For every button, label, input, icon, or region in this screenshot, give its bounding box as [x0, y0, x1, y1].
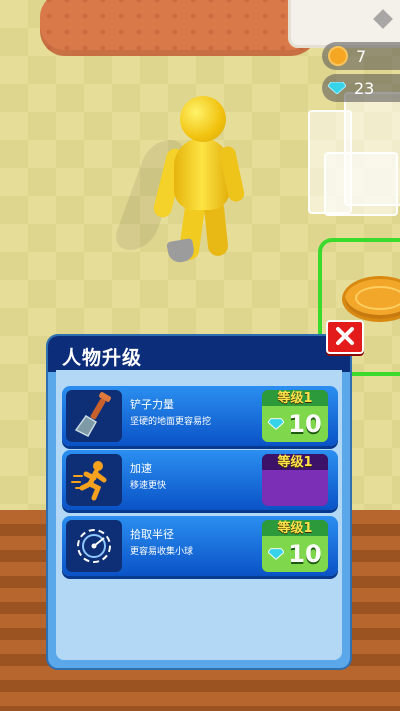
- upgrade-description: 坚硬的地面更容易挖: [130, 417, 212, 427]
- upgrade-price: 10: [288, 410, 322, 438]
- upgrade-price-button[interactable]: 等级1: [262, 454, 328, 506]
- glass-block: [304, 92, 400, 232]
- gem-count: 23: [354, 78, 375, 98]
- upgrade-icon-tile: [66, 390, 122, 442]
- upgrade-description: 移速更快: [130, 481, 167, 491]
- gem-icon: [268, 548, 285, 560]
- upgrade-description: 更容易收集小球: [130, 547, 194, 557]
- panel-header: 人物升级: [48, 336, 350, 372]
- coin-counter: 7: [322, 42, 400, 70]
- gem-counter: 23: [322, 74, 400, 102]
- coin-count: 7: [356, 46, 367, 66]
- upgrade-price: 10: [288, 540, 322, 568]
- upgrade-row-shovel-power[interactable]: 铲子力量 坚硬的地面更容易挖 等级1 10: [62, 386, 338, 446]
- upgrade-name: 加速: [130, 462, 152, 475]
- upgrade-name: 拾取半径: [130, 528, 174, 541]
- gem-icon: [328, 82, 346, 94]
- dirt-patch: [40, 0, 320, 56]
- upgrade-icon-tile: [66, 454, 122, 506]
- coin-icon: [328, 46, 348, 66]
- close-icon: [336, 327, 354, 345]
- upgrade-row-pickup-radius[interactable]: 拾取半径 更容易收集小球 等级1 10: [62, 516, 338, 576]
- panel-title: 人物升级: [62, 347, 143, 369]
- upgrade-name: 铲子力量: [130, 398, 174, 411]
- upgrade-price-button[interactable]: 等级1 10: [262, 390, 328, 442]
- character-head: [180, 96, 226, 142]
- upgrade-price-button[interactable]: 等级1 10: [262, 520, 328, 572]
- radius-icon: [77, 529, 111, 563]
- gem-icon: [268, 418, 285, 430]
- close-button[interactable]: [326, 320, 364, 354]
- upgrade-icon-tile: [66, 520, 122, 572]
- running-man-icon: [71, 461, 107, 501]
- shovel-icon: [74, 392, 111, 437]
- shovel-icon: [166, 237, 196, 265]
- upgrade-row-speed[interactable]: 加速 移速更快 等级1: [62, 450, 338, 510]
